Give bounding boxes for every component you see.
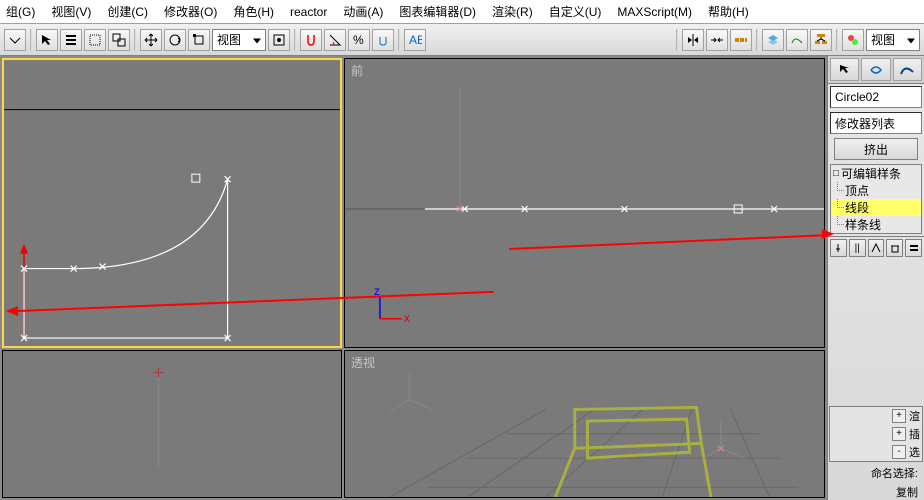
stack-sub-vertex[interactable]: 顶点 [831,182,921,199]
viewport-grid: 前 [0,56,827,500]
configure-modifier-button[interactable] [905,239,922,257]
named-selection-button[interactable]: ABC [404,29,426,51]
menu-view[interactable]: 视图(V) [51,3,91,20]
object-name-field[interactable]: Circle02 [830,86,922,108]
window-crossing-button[interactable] [108,29,130,51]
tab-create[interactable] [830,58,859,81]
rollout-selection-label: 选 [909,444,920,460]
stack-editable-spline[interactable]: 可编辑样条 [831,165,921,182]
select-region-button[interactable] [84,29,106,51]
select-object-button[interactable] [36,29,58,51]
menu-create[interactable]: 创建(C) [107,3,148,20]
menu-bar: 组(G) 视图(V) 创建(C) 修改器(O) 角色(H) reactor 动画… [0,0,924,24]
rollout-render[interactable]: +渲 [830,407,922,425]
viewport-front[interactable]: 前 [344,58,825,348]
scale-button[interactable] [188,29,210,51]
stack-sub-segment[interactable]: 线段 [831,199,921,216]
stack-sub-spline[interactable]: 样条线 [831,216,921,233]
menu-customize[interactable]: 自定义(U) [549,3,602,20]
dropdown-button[interactable] [4,29,26,51]
pivot-center-button[interactable] [268,29,290,51]
move-button[interactable] [140,29,162,51]
modifier-stack: 可编辑样条 顶点 线段 样条线 [830,164,922,234]
stack-root-label: 可编辑样条 [841,165,901,182]
snap-toggle-button[interactable] [300,29,322,51]
stack-segment-label: 线段 [845,199,869,216]
pin-stack-button[interactable] [830,239,847,257]
rollouts-group: +渲 +插 -选 [829,406,923,462]
rollout-render-label: 渲 [909,408,920,424]
main-area: 前 [0,56,924,500]
show-end-result-button[interactable]: || [849,239,866,257]
rollout-interp-label: 插 [909,426,920,442]
object-name-text: Circle02 [835,90,879,104]
menu-reactor[interactable]: reactor [290,5,327,19]
svg-text:ABC: ABC [409,33,422,47]
menu-render[interactable]: 渲染(R) [492,3,533,20]
stack-vertex-label: 顶点 [845,182,869,199]
expand-icon: + [892,427,906,441]
rotate-button[interactable] [164,29,186,51]
select-by-name-button[interactable] [60,29,82,51]
menu-animation[interactable]: 动画(A) [343,3,383,20]
svg-text:x: x [404,311,410,325]
menu-character[interactable]: 角色(H) [233,3,274,20]
annotation-arrow-1-head [6,306,18,316]
tab-modify[interactable] [861,58,890,81]
tab-hierarchy[interactable] [893,58,922,81]
menu-maxscript[interactable]: MAXScript(M) [617,5,692,19]
command-panel: Circle02 修改器列表 挤出 可编辑样条 顶点 线段 样条线 || +渲 … [827,56,924,500]
viewport-bottom-left[interactable] [2,350,342,498]
named-selection-label: 命名选择: [828,465,924,481]
spinner-snap-button[interactable] [372,29,394,51]
array-button[interactable] [730,29,752,51]
percent-snap-button[interactable]: % [348,29,370,51]
menu-modifiers[interactable]: 修改器(O) [164,3,217,20]
align-button[interactable] [706,29,728,51]
modifier-list-label: 修改器列表 [835,115,895,132]
modifier-list-dropdown[interactable]: 修改器列表 [830,112,922,134]
viewport-perspective[interactable]: 透视 [344,350,825,498]
material-editor-button[interactable] [842,29,864,51]
curve-editor-button[interactable] [786,29,808,51]
main-toolbar: 视图 % ABC 视图 [0,24,924,56]
stack-button-row: || [828,236,924,259]
extrude-button[interactable]: 挤出 [834,138,918,160]
rollout-interpolation[interactable]: +插 [830,425,922,443]
command-panel-tabs [828,56,924,84]
menu-graph-editors[interactable]: 图表编辑器(D) [399,3,476,20]
view-select-right-label: 视图 [871,31,895,48]
mirror-button[interactable] [682,29,704,51]
stack-spline-label: 样条线 [845,216,881,233]
menu-group[interactable]: 组(G) [6,3,35,20]
extrude-label: 挤出 [864,141,888,158]
layer-manager-button[interactable] [762,29,784,51]
svg-text:%: % [353,33,364,47]
rollout-selection[interactable]: -选 [830,443,922,461]
angle-snap-button[interactable] [324,29,346,51]
collapse-icon: - [892,445,906,459]
annotation-arrow-2-head [822,229,834,239]
make-unique-button[interactable] [868,239,885,257]
expand-icon: + [892,409,906,423]
schematic-view-button[interactable] [810,29,832,51]
reference-coord-label: 视图 [217,31,241,48]
view-select-right[interactable]: 视图 [866,29,920,51]
remove-modifier-button[interactable] [886,239,903,257]
menu-help[interactable]: 帮助(H) [708,3,749,20]
copy-label: 复制 [828,484,924,500]
reference-coord-select[interactable]: 视图 [212,29,266,51]
